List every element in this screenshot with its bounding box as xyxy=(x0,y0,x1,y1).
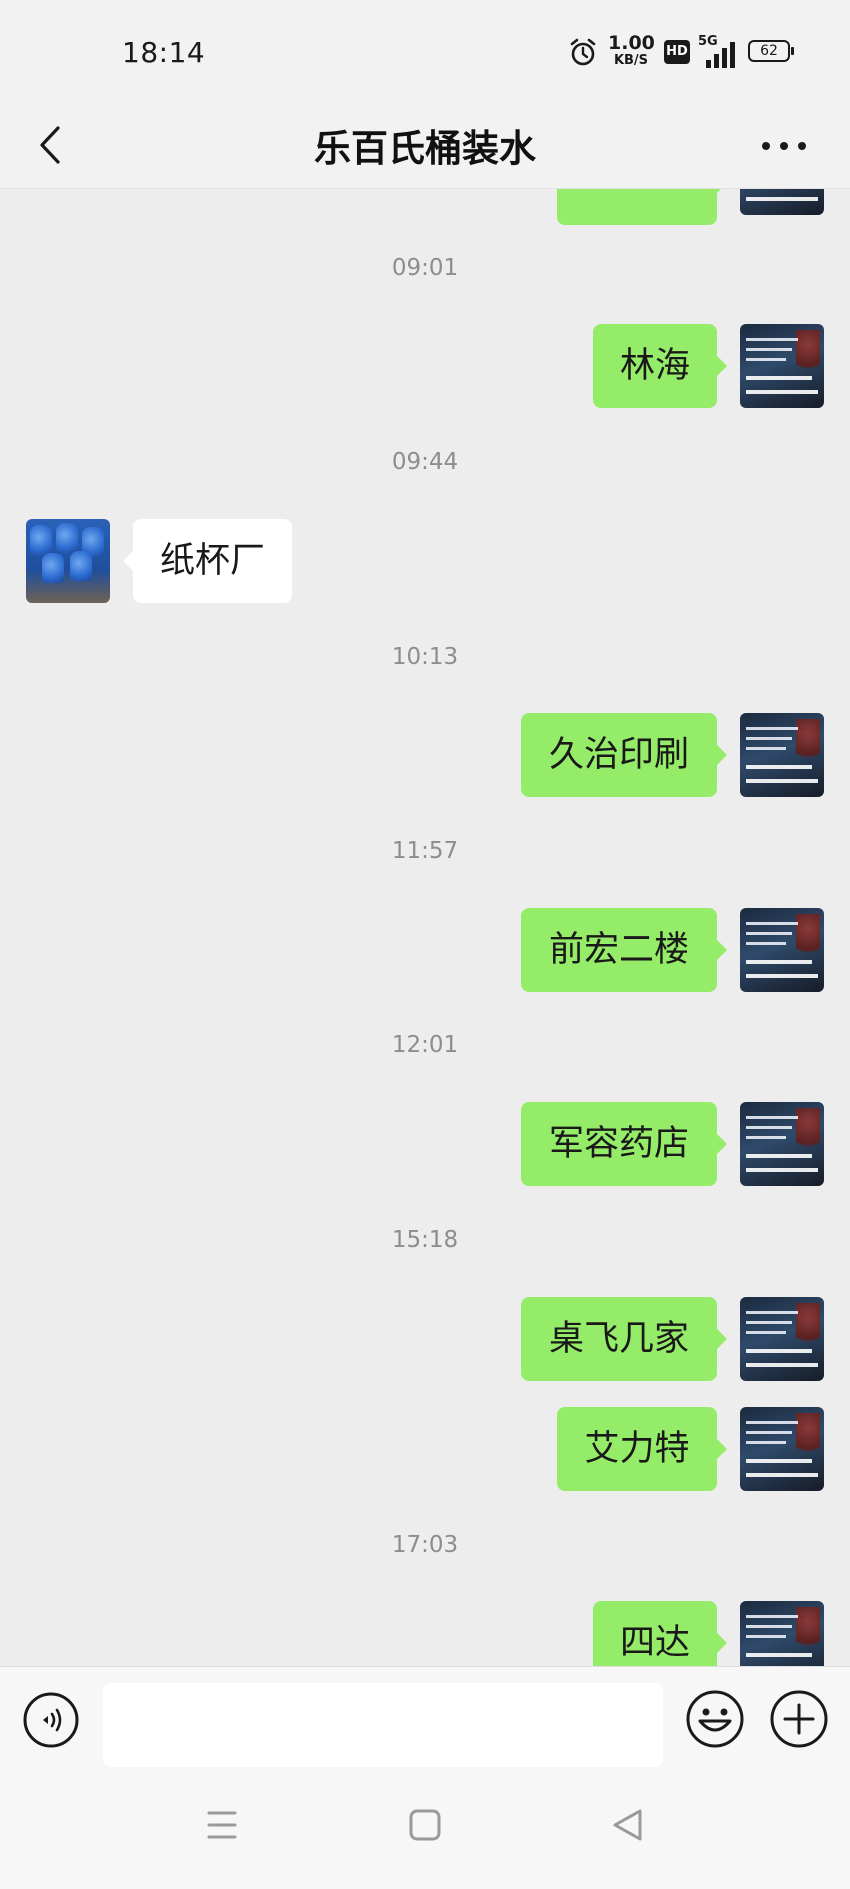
battery-cap xyxy=(791,47,794,55)
hd-label: HD xyxy=(666,44,688,59)
timestamp: 17:03 xyxy=(391,1532,459,1558)
plus-button[interactable] xyxy=(769,1689,829,1749)
contact-avatar[interactable] xyxy=(26,519,110,603)
alarm-icon xyxy=(570,38,596,66)
signal-5g: 5G xyxy=(698,34,740,68)
message-bubble-outgoing[interactable]: 桌飞几家 xyxy=(521,1297,727,1381)
signal-bars-icon xyxy=(706,42,735,68)
bubble-tail xyxy=(716,355,727,377)
net-speed-value: 1.00 xyxy=(608,32,655,54)
bubble-tail xyxy=(716,1133,727,1155)
bubble-tail xyxy=(716,1632,727,1654)
battery-level: 62 xyxy=(760,43,778,59)
status-icons: 1.00 KB/S HD 5G 62 xyxy=(568,32,798,72)
chat-title: 乐百氏桶装水 xyxy=(314,127,536,170)
net-speed: 1.00 KB/S xyxy=(608,32,655,68)
bubble-tail xyxy=(716,744,727,766)
net-speed-unit: KB/S xyxy=(613,53,649,68)
message-bubble-clipped[interactable] xyxy=(557,189,727,225)
battery-icon: 62 xyxy=(748,40,790,62)
message-bubble-outgoing[interactable]: 林海 xyxy=(593,324,727,408)
timestamp: 10:13 xyxy=(391,644,459,670)
timestamp: 09:44 xyxy=(391,449,459,475)
back-triangle-icon xyxy=(613,1809,642,1841)
message-bubble-outgoing[interactable]: 前宏二楼 xyxy=(521,908,727,992)
status-bar: 18:14 1.00 KB/S HD 5G 62 xyxy=(0,0,850,104)
message-bubble-outgoing[interactable]: 四达 xyxy=(593,1601,727,1666)
my-avatar[interactable] xyxy=(740,324,824,408)
message-text: 久治印刷 xyxy=(548,735,689,775)
message-bubble-outgoing[interactable]: 军容药店 xyxy=(521,1102,727,1186)
voice-button[interactable] xyxy=(22,1691,80,1749)
timestamp: 12:01 xyxy=(391,1032,459,1058)
chat-header: 乐百氏桶装水 xyxy=(0,104,850,189)
message-input[interactable] xyxy=(103,1683,663,1767)
nav-back-button[interactable] xyxy=(603,1800,653,1850)
emoji-icon xyxy=(686,1690,744,1748)
message-text: 四达 xyxy=(619,1623,690,1663)
my-avatar[interactable] xyxy=(740,908,824,992)
my-avatar[interactable] xyxy=(740,713,824,797)
menu-icon xyxy=(207,1811,237,1839)
message-text: 桌飞几家 xyxy=(548,1319,689,1359)
timestamp: 15:18 xyxy=(391,1227,459,1253)
message-list[interactable]: 09:01 林海 09:44 纸杯厂 10:13 久治印刷 11:57 前宏二楼… xyxy=(0,189,850,1666)
system-nav-bar xyxy=(0,1770,850,1889)
my-avatar[interactable] xyxy=(740,189,824,215)
nav-home-button[interactable] xyxy=(400,1800,450,1850)
message-text: 艾力特 xyxy=(584,1429,690,1469)
my-avatar[interactable] xyxy=(740,1297,824,1381)
chat-screen: 18:14 1.00 KB/S HD 5G 62 乐百氏桶装水 09:01 林海… xyxy=(0,0,850,1889)
bubble-tail xyxy=(716,939,727,961)
status-time: 18:14 xyxy=(122,36,206,69)
nav-menu-button[interactable] xyxy=(197,1800,247,1850)
timestamp: 09:01 xyxy=(391,255,459,281)
emoji-button[interactable] xyxy=(685,1689,745,1749)
message-text: 纸杯厂 xyxy=(159,541,265,581)
my-avatar[interactable] xyxy=(740,1102,824,1186)
my-avatar[interactable] xyxy=(740,1407,824,1491)
home-square-icon xyxy=(409,1809,441,1841)
voice-icon xyxy=(23,1692,79,1748)
message-bubble-outgoing[interactable]: 久治印刷 xyxy=(521,713,727,797)
bubble-tail xyxy=(123,550,134,572)
my-avatar[interactable] xyxy=(740,1601,824,1666)
timestamp: 11:57 xyxy=(391,838,459,864)
message-bubble-outgoing[interactable]: 艾力特 xyxy=(557,1407,727,1491)
message-text: 前宏二楼 xyxy=(548,930,689,970)
message-text: 林海 xyxy=(619,346,690,386)
hd-badge: HD xyxy=(664,40,690,64)
bubble-tail xyxy=(716,1438,727,1460)
input-bar xyxy=(0,1666,850,1771)
message-text: 军容药店 xyxy=(548,1124,689,1164)
more-dots-icon xyxy=(762,142,806,150)
more-button[interactable] xyxy=(756,126,812,166)
plus-icon xyxy=(770,1690,828,1748)
message-bubble-incoming[interactable]: 纸杯厂 xyxy=(123,519,292,603)
bubble-tail xyxy=(716,1328,727,1350)
